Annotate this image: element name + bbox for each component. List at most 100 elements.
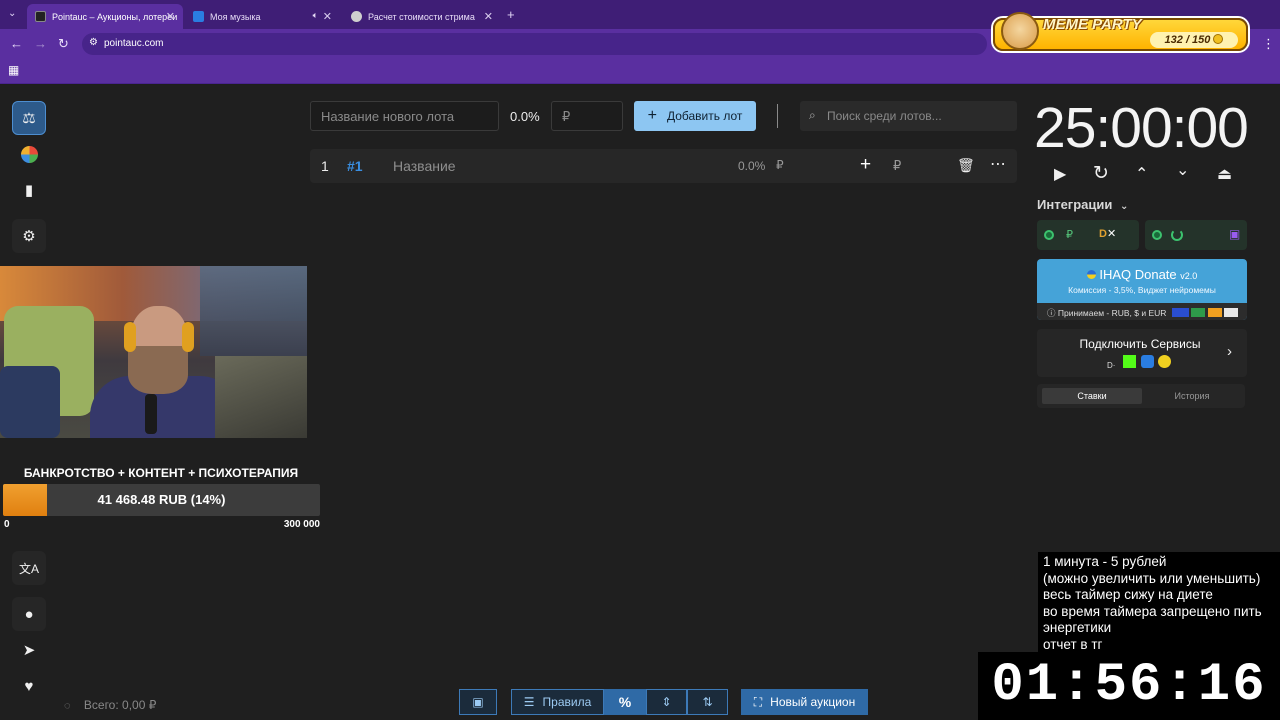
- coin-icon: [1213, 34, 1224, 44]
- close-icon[interactable]: ✕: [484, 10, 493, 23]
- dx-label: D: [1099, 228, 1107, 240]
- timer-play-icon[interactable]: ▶: [1054, 164, 1066, 184]
- auction-timer: 25:00:00: [1034, 96, 1249, 160]
- nav-translate-icon[interactable]: 文A: [12, 551, 46, 585]
- new-lot-placeholder: Название нового лота: [321, 109, 455, 124]
- tab-title: Pointauc – Аукционы, лотереи: [52, 11, 178, 22]
- url-field[interactable]: ⚙ pointauc.com: [82, 33, 987, 55]
- lot-currency: ₽: [776, 158, 784, 172]
- speaker-icon[interactable]: 🔈︎: [313, 10, 318, 21]
- rules-button[interactable]: ☰ Правила: [511, 689, 604, 715]
- tab-history[interactable]: История: [1142, 388, 1242, 404]
- wheel-icon: [20, 145, 38, 163]
- integration-card-twitch[interactable]: ▣: [1145, 220, 1247, 250]
- ukraine-flag-icon: [1086, 270, 1096, 279]
- mir-icon: [1191, 308, 1206, 317]
- rules-label: Правила: [542, 695, 592, 709]
- site-info-icon[interactable]: ⚙: [89, 37, 98, 48]
- lot-index: 1: [321, 158, 329, 174]
- microphone: [145, 394, 157, 434]
- timer-increase-chevron-up-icon[interactable]: ⌃: [1135, 164, 1148, 184]
- nav-github-icon[interactable]: ●: [12, 597, 46, 631]
- kebab-menu-icon[interactable]: ⋮: [1262, 36, 1275, 52]
- ihaq-accept: Принимаем - RUB, $ и EUR: [1057, 308, 1167, 318]
- ruble-icon: ₽: [1066, 229, 1073, 241]
- nav-donate-hand-icon[interactable]: ♥: [12, 669, 46, 703]
- close-icon[interactable]: ✕: [323, 10, 332, 23]
- lot-search-input[interactable]: ⌕ Поиск среди лотов...: [800, 101, 1017, 131]
- apps-grid-icon[interactable]: ▦: [8, 63, 19, 77]
- compress-rows-button[interactable]: ⇕: [646, 689, 687, 715]
- stream-rules-overlay: 1 минута - 5 рублей (можно увеличить или…: [1038, 552, 1280, 652]
- tab-title: Расчет стоимости стрима: [368, 11, 475, 22]
- toggle-dot-icon[interactable]: [1044, 230, 1054, 240]
- forward-icon[interactable]: →: [34, 36, 47, 51]
- stream-goal-title: БАНКРОТСТВО + КОНТЕНТ + ПСИХОТЕРАПИЯ: [23, 466, 299, 480]
- meme-party-count-text: 132 / 150: [1164, 34, 1211, 46]
- connect-services-label: Подключить Сервисы: [1079, 337, 1201, 351]
- donationalerts-dx-icon: D✕: [1099, 227, 1116, 240]
- sort-button[interactable]: ⇅: [687, 689, 728, 715]
- new-tab-plus-icon[interactable]: +: [507, 7, 515, 22]
- lot-add-amount-plus-icon[interactable]: +: [860, 154, 871, 176]
- ihaq-donate-banner[interactable]: IHAQ Donate v2.0 Комиссия - 3,5%, Виджет…: [1037, 259, 1247, 320]
- mastercard-icon: [1207, 308, 1222, 317]
- dx-service-icon: D·: [1107, 361, 1116, 370]
- rules-line: весь таймер сижу на диете: [1043, 587, 1213, 603]
- play-favicon-icon: [193, 11, 204, 22]
- reload-icon[interactable]: ↻: [58, 36, 69, 52]
- lot-name[interactable]: Название: [393, 158, 456, 174]
- integration-card-donate[interactable]: ₽ D✕: [1037, 220, 1139, 250]
- new-lot-amount-input[interactable]: ₽: [551, 101, 623, 131]
- tab-list-chevron-icon[interactable]: ⌄: [8, 8, 16, 19]
- add-lot-button[interactable]: + Добавить лот: [634, 101, 756, 131]
- nav-wheel-icon[interactable]: [12, 137, 46, 171]
- nav-telegram-icon[interactable]: ➤: [12, 633, 46, 667]
- new-lot-name-input[interactable]: Название нового лота: [310, 101, 499, 131]
- nav-settings-gear-icon[interactable]: ⚙: [12, 219, 46, 253]
- tab-bets[interactable]: Ставки: [1042, 388, 1142, 404]
- meme-party-widget: MEME PARTY 132 / 150: [993, 12, 1248, 51]
- lot-more-icon[interactable]: ⋯: [990, 154, 1006, 174]
- lot-delete-trash-icon[interactable]: 🗑︎: [957, 157, 975, 174]
- bookmarks-bar: ▦: [0, 59, 1280, 84]
- info-icon: ⓘ: [1047, 308, 1056, 318]
- timer-reset-icon[interactable]: ↻: [1093, 162, 1109, 185]
- lot-percent: 0.0%: [738, 159, 766, 173]
- lot-amount-ruble-icon[interactable]: ₽: [893, 158, 901, 174]
- url-text: pointauc.com: [104, 38, 164, 49]
- kick-icon: [1123, 355, 1137, 368]
- connect-services-card[interactable]: Подключить Сервисы D· ›: [1037, 329, 1247, 377]
- bets-history-tabs: Ставки История: [1037, 384, 1245, 408]
- eye-off-icon[interactable]: ◌: [64, 700, 71, 712]
- percent-toggle-button[interactable]: %: [604, 689, 646, 715]
- ihaq-commission: Комиссия - 3,5%, Виджет нейромемы: [1068, 285, 1216, 295]
- add-lot-label: Добавить лот: [666, 109, 743, 123]
- beard: [128, 346, 188, 394]
- rules-line: 1 минута - 5 рублей: [1043, 554, 1167, 569]
- tab-bets-label: Ставки: [1077, 391, 1107, 401]
- close-icon[interactable]: ✕: [166, 10, 175, 23]
- meme-party-title: MEME PARTY: [1043, 16, 1142, 33]
- tab-music[interactable]: Моя музыка 🔈︎ ✕: [185, 4, 340, 29]
- meme-party-count: 132 / 150: [1150, 32, 1238, 48]
- tab-stream-cost[interactable]: Расчет стоимости стрима ✕: [343, 4, 501, 29]
- total-sum: ◌ Всего: 0,00 ₽: [64, 698, 156, 712]
- chevron-down-icon: ⌄: [1119, 201, 1129, 212]
- timer-decrease-chevron-down-icon[interactable]: ⌄: [1176, 160, 1189, 180]
- nav-stats-icon[interactable]: ▮: [12, 173, 46, 207]
- back-icon[interactable]: ←: [10, 36, 23, 51]
- tab-pointauc[interactable]: Pointauc – Аукционы, лотереи ✕: [27, 4, 183, 29]
- new-auction-button[interactable]: ⛶ Новый аукцион: [741, 689, 868, 715]
- toggle-dot-icon[interactable]: [1152, 230, 1162, 240]
- blanket: [0, 366, 60, 438]
- save-icon: ▣: [472, 695, 484, 709]
- integrations-header[interactable]: Интеграции ⌄: [1037, 197, 1128, 212]
- save-button[interactable]: ▣: [459, 689, 497, 715]
- headphone-right: [182, 322, 194, 352]
- amount-placeholder: ₽: [562, 109, 571, 124]
- globe-favicon-icon: [351, 11, 362, 22]
- timer-double-up-icon[interactable]: ⏏: [1217, 164, 1232, 184]
- nav-auction-gavel-icon[interactable]: ⚖: [12, 101, 46, 135]
- new-lot-percent: 0.0%: [510, 109, 540, 124]
